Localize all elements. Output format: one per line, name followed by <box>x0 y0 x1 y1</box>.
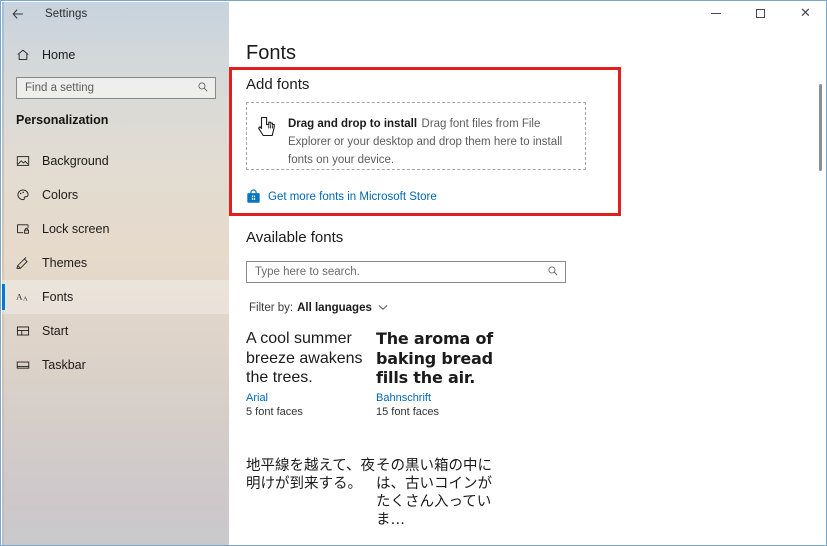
drag-hand-cursor-icon <box>257 114 285 144</box>
chevron-down-icon <box>378 303 388 313</box>
get-more-fonts-link[interactable]: Get more fonts in Microsoft Store <box>246 189 437 204</box>
themes-icon <box>16 256 42 270</box>
get-more-fonts-label: Get more fonts in Microsoft Store <box>268 191 437 203</box>
image-icon <box>16 154 42 168</box>
start-icon <box>16 324 42 338</box>
font-card[interactable]: The aroma of baking bread fills the air.… <box>376 329 506 418</box>
search-icon <box>197 81 209 96</box>
dropzone-title: Drag and drop to install <box>288 118 417 130</box>
navigation-sidebar: Home Find a setting Personalization <box>2 2 229 546</box>
sidebar-item-list: Background Colors <box>2 144 229 382</box>
minimize-button[interactable] <box>693 1 738 26</box>
sidebar-item-label: Fonts <box>42 290 73 304</box>
palette-icon <box>16 188 42 202</box>
svg-text:A: A <box>23 297 28 303</box>
microsoft-store-icon <box>246 189 261 204</box>
dropzone-text: Drag and drop to install Drag font files… <box>285 114 575 168</box>
font-name[interactable]: Arial <box>246 392 376 404</box>
close-icon: ✕ <box>800 7 811 20</box>
window-controls: ✕ <box>693 1 827 26</box>
font-face-count: 15 font faces <box>376 406 506 418</box>
row-spacer <box>246 444 596 457</box>
font-card-grid: A cool summer breeze awakens the trees. … <box>246 329 596 529</box>
sidebar-item-label: Lock screen <box>42 222 109 236</box>
lock-screen-icon <box>16 222 42 236</box>
sidebar-item-label: Background <box>42 154 109 168</box>
font-card[interactable]: その黒い箱の中には、古いコインがたくさん入っていま… <box>376 457 506 529</box>
window-title: Settings <box>45 8 87 20</box>
sidebar-item-label: Taskbar <box>42 358 86 372</box>
font-card-row: A cool summer breeze awakens the trees. … <box>246 329 596 418</box>
sidebar-item-fonts[interactable]: A A Fonts <box>2 280 229 314</box>
sidebar-item-label: Colors <box>42 188 78 202</box>
font-preview-text: その黒い箱の中には、古いコインがたくさん入っていま… <box>376 457 506 529</box>
font-search-input[interactable]: Type here to search. <box>246 261 566 283</box>
close-button[interactable]: ✕ <box>783 1 827 26</box>
filter-value: All languages <box>297 302 372 314</box>
title-bar: Settings ✕ <box>1 1 827 26</box>
font-preview-text: A cool summer breeze awakens the trees. <box>246 329 376 388</box>
sidebar-section-title: Personalization <box>16 113 108 127</box>
maximize-button[interactable] <box>738 1 783 26</box>
font-card-row: 地平線を越えて、夜明けが到来する。 その黒い箱の中には、古いコインがたくさん入っ… <box>246 457 596 529</box>
font-preview-text: 地平線を越えて、夜明けが到来する。 <box>246 457 376 493</box>
fonts-icon: A A <box>16 290 42 304</box>
settings-window: Settings ✕ Home Find a setting <box>0 0 827 546</box>
font-card[interactable]: A cool summer breeze awakens the trees. … <box>246 329 376 418</box>
sidebar-item-label: Themes <box>42 256 87 270</box>
maximize-icon <box>756 9 765 18</box>
minimize-icon <box>711 13 721 14</box>
sidebar-item-colors[interactable]: Colors <box>2 178 229 212</box>
font-preview-text: The aroma of baking bread fills the air. <box>376 329 506 388</box>
home-icon <box>16 48 42 62</box>
page-scrollbar[interactable] <box>815 26 825 546</box>
font-card[interactable]: 地平線を越えて、夜明けが到来する。 <box>246 457 376 529</box>
back-arrow-icon[interactable] <box>1 1 35 26</box>
sidebar-item-label: Start <box>42 324 68 338</box>
sidebar-item-home[interactable]: Home <box>2 42 229 68</box>
filter-label: Filter by: <box>249 302 293 314</box>
font-face-count: 5 font faces <box>246 406 376 418</box>
sidebar-item-lock-screen[interactable]: Lock screen <box>2 212 229 246</box>
sidebar-item-background[interactable]: Background <box>2 144 229 178</box>
taskbar-icon <box>16 358 42 372</box>
row-spacer <box>246 431 596 444</box>
scrollbar-thumb[interactable] <box>819 84 822 171</box>
font-search-placeholder: Type here to search. <box>255 266 547 278</box>
sidebar-item-taskbar[interactable]: Taskbar <box>2 348 229 382</box>
sidebar-item-start[interactable]: Start <box>2 314 229 348</box>
filter-dropdown[interactable]: Filter by: All languages <box>249 302 388 314</box>
add-fonts-heading: Add fonts <box>246 76 309 93</box>
fonts-settings-page: Fonts Add fonts Drag and drop to install… <box>229 26 827 546</box>
search-input[interactable]: Find a setting <box>16 77 216 99</box>
sidebar-home-label: Home <box>42 48 75 62</box>
page-title: Fonts <box>246 42 296 65</box>
search-placeholder: Find a setting <box>25 82 197 94</box>
svg-text:A: A <box>16 292 23 302</box>
available-fonts-heading: Available fonts <box>246 229 343 246</box>
sidebar-item-themes[interactable]: Themes <box>2 246 229 280</box>
font-name[interactable]: Bahnschrift <box>376 392 506 404</box>
font-dropzone[interactable]: Drag and drop to install Drag font files… <box>246 102 586 170</box>
search-icon <box>547 265 559 280</box>
row-spacer <box>246 418 596 431</box>
